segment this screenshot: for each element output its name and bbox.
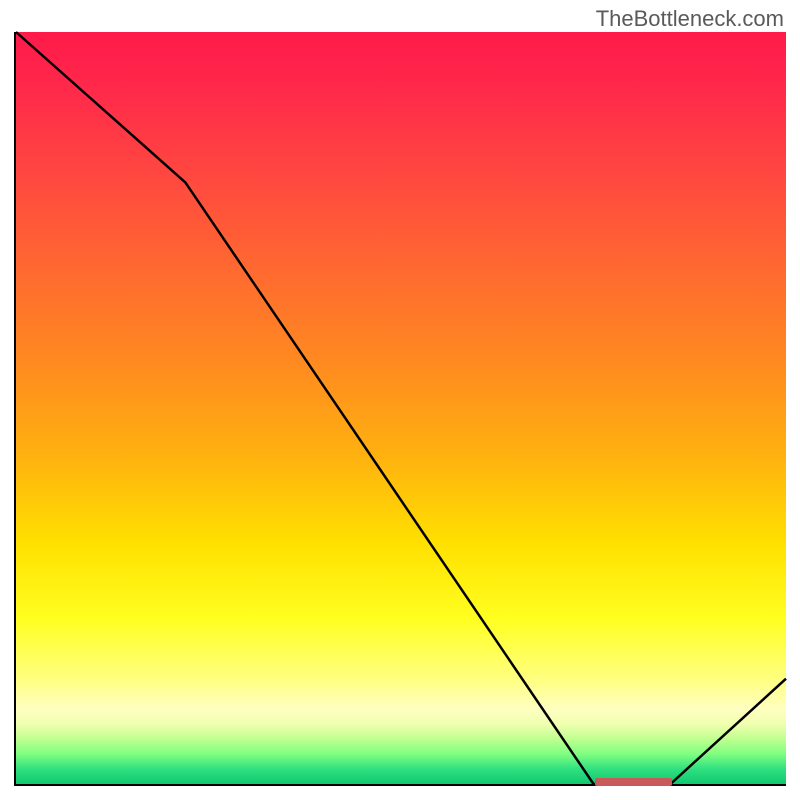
watermark-text: TheBottleneck.com xyxy=(596,6,784,32)
curve-svg xyxy=(16,32,786,784)
optimal-range-marker xyxy=(595,778,672,786)
chart-plot-area xyxy=(14,32,786,786)
bottleneck-curve xyxy=(16,32,786,784)
